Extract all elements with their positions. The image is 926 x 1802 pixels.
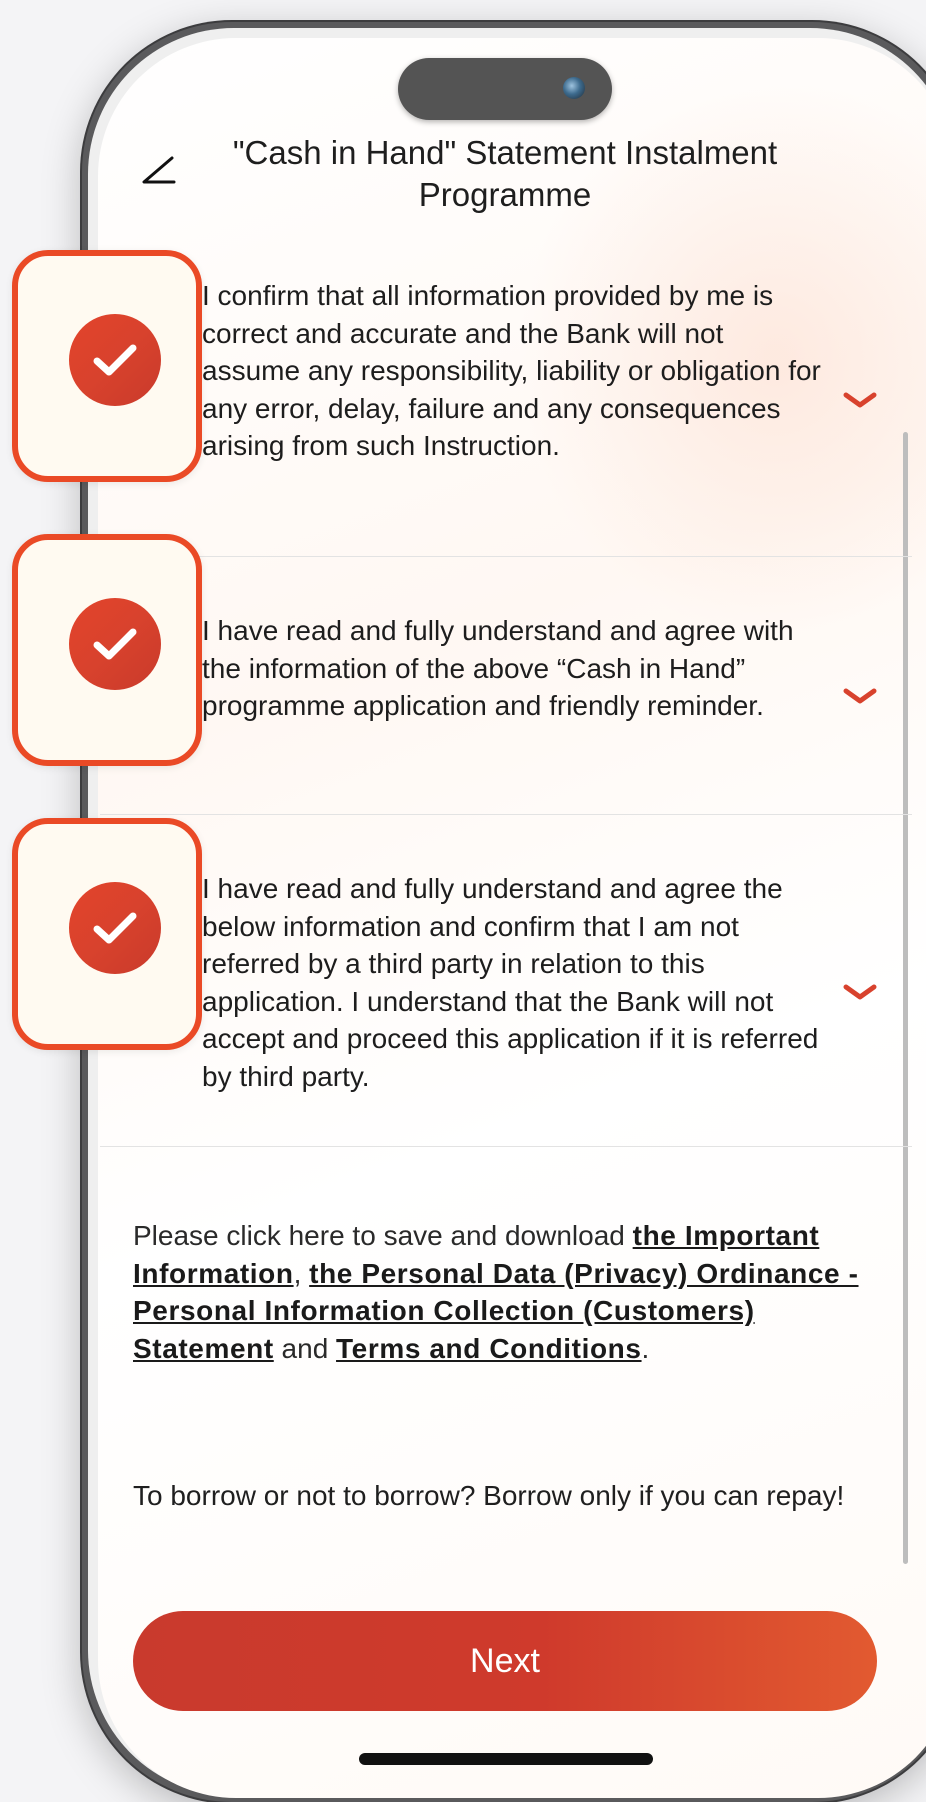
checkmark-icon <box>93 344 137 376</box>
clause-2-text: I have read and fully understand and agr… <box>202 615 794 721</box>
terms-and-conditions-link[interactable]: Terms and Conditions <box>336 1333 642 1364</box>
chevron-down-icon[interactable] <box>842 686 878 708</box>
clause-2-checkbox[interactable] <box>12 534 202 766</box>
divider <box>100 556 912 557</box>
back-arrow-icon[interactable] <box>138 150 182 194</box>
borrow-warning: To borrow or not to borrow? Borrow only … <box>133 1480 845 1511</box>
checked-circle <box>69 314 161 406</box>
divider <box>100 1146 912 1147</box>
info-separator: and <box>273 1332 337 1364</box>
home-indicator <box>359 1753 653 1765</box>
checked-circle <box>69 598 161 690</box>
checkmark-icon <box>93 628 137 660</box>
info-prefix: Please click here to save and download <box>133 1220 633 1251</box>
checkmark-icon <box>93 912 137 944</box>
download-info-paragraph: Please click here to save and download t… <box>133 1217 893 1367</box>
clause-1-text: I confirm that all information provided … <box>202 280 821 461</box>
chevron-down-icon[interactable] <box>842 390 878 412</box>
info-separator: , <box>293 1257 310 1289</box>
next-button[interactable]: Next <box>133 1611 877 1711</box>
clause-3-checkbox[interactable] <box>12 818 202 1050</box>
chevron-down-icon[interactable] <box>842 982 878 1004</box>
clause-1-checkbox[interactable] <box>12 250 202 482</box>
camera-lens-icon <box>563 77 585 99</box>
checked-circle <box>69 882 161 974</box>
scrollbar[interactable] <box>903 432 908 1564</box>
divider <box>100 814 912 815</box>
clause-3-text: I have read and fully understand and agr… <box>202 873 819 1092</box>
info-suffix: . <box>641 1332 650 1364</box>
page-title: "Cash in Hand" Statement Instalment Prog… <box>232 134 778 213</box>
